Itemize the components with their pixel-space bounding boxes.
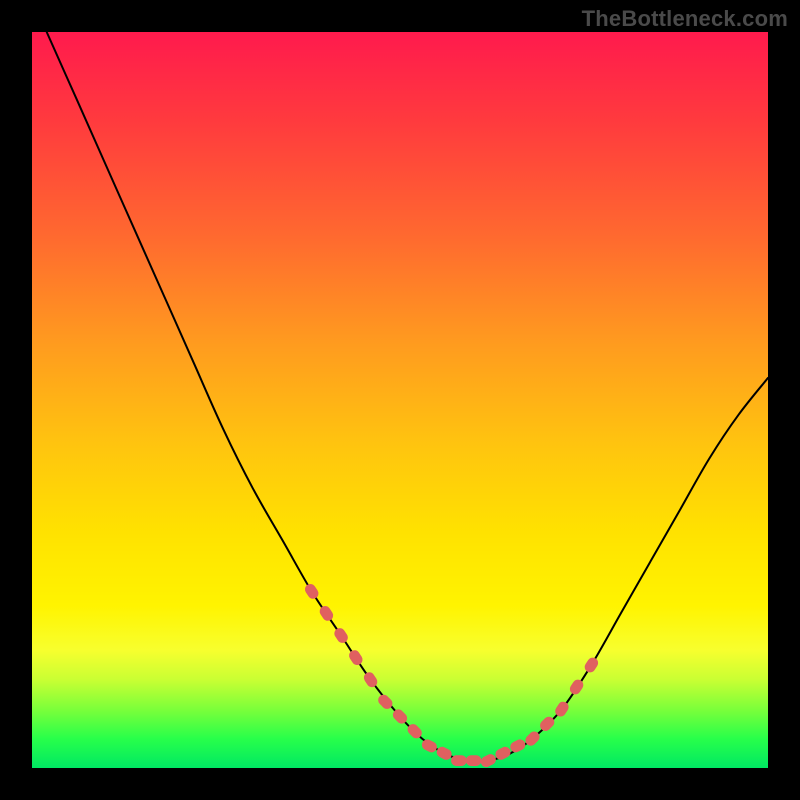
- highlight-dot: [318, 604, 336, 623]
- plot-area: [32, 32, 768, 768]
- highlight-dot: [347, 648, 365, 667]
- highlight-dots: [303, 582, 600, 769]
- highlight-dot: [583, 656, 601, 675]
- highlight-dot: [508, 738, 527, 755]
- bottleneck-curve: [47, 32, 768, 762]
- highlight-dot: [332, 626, 350, 645]
- highlight-dot: [466, 755, 482, 766]
- curve-layer: [32, 32, 768, 768]
- highlight-dot: [303, 582, 321, 601]
- highlight-dot: [451, 755, 467, 766]
- chart-frame: TheBottleneck.com: [0, 0, 800, 800]
- watermark-text: TheBottleneck.com: [582, 6, 788, 32]
- highlight-dot: [435, 745, 454, 762]
- highlight-dot: [362, 670, 380, 689]
- highlight-dot: [479, 752, 498, 769]
